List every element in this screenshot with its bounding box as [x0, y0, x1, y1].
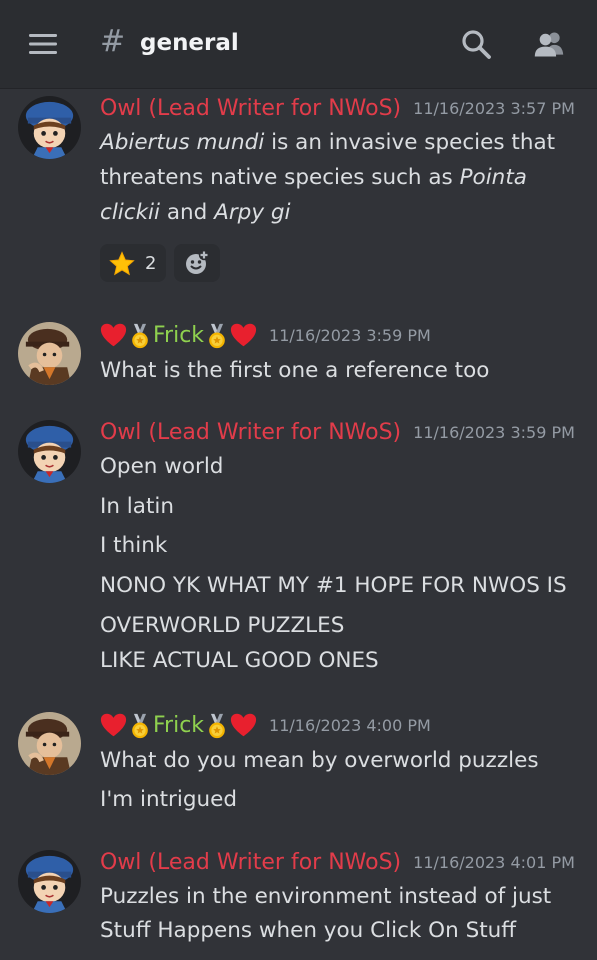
reaction-count: 2	[145, 253, 157, 274]
italic-text: Pointa	[459, 165, 527, 190]
message-line: What do you mean by overworld puzzles	[100, 748, 539, 773]
italic-text: Abiertus mundi	[100, 130, 265, 155]
message-header: Frick 11/16/2023 4:00 PM	[100, 712, 431, 742]
message-line: NONO YK WHAT MY #1 HOPE FOR NWOS IS	[100, 573, 567, 598]
add-reaction-icon	[186, 250, 210, 274]
medal-icon	[204, 323, 230, 349]
heart-icon	[230, 322, 257, 349]
search-icon[interactable]	[460, 28, 492, 60]
message-text: is an invasive species that	[264, 130, 556, 155]
message-text: threatens native species such as	[100, 165, 460, 190]
heart-icon	[100, 322, 127, 349]
author-name[interactable]: Owl (Lead Writer for NWoS)	[100, 420, 401, 445]
message-line: LIKE ACTUAL GOOD ONES	[100, 648, 379, 673]
avatar[interactable]	[18, 850, 81, 913]
italic-text: Arpy gi	[214, 200, 291, 225]
timestamp: 11/16/2023 3:57 PM	[413, 99, 575, 118]
avatar[interactable]	[18, 96, 81, 159]
author-name[interactable]: Frick	[153, 323, 204, 348]
author-name[interactable]: Frick	[153, 713, 204, 738]
message-line: In latin	[100, 494, 174, 519]
author-name[interactable]: Owl (Lead Writer for NWoS)	[100, 850, 401, 875]
medal-icon	[127, 323, 153, 349]
heart-icon	[230, 712, 257, 739]
avatar[interactable]	[18, 420, 81, 483]
message-line: clickii and Arpy gi	[100, 200, 291, 225]
avatar[interactable]	[18, 322, 81, 385]
message-line: What is the first one a reference too	[100, 358, 490, 383]
timestamp: 11/16/2023 4:00 PM	[269, 716, 431, 735]
channel-name[interactable]: general	[140, 30, 239, 56]
members-icon[interactable]	[533, 28, 565, 60]
message-header: Frick 11/16/2023 3:59 PM	[100, 322, 431, 352]
timestamp: 11/16/2023 3:59 PM	[413, 423, 575, 442]
medal-icon	[127, 713, 153, 739]
message-line: Puzzles in the environment instead of ju…	[100, 884, 552, 909]
medal-icon	[204, 713, 230, 739]
message-line: Abiertus mundi is an invasive species th…	[100, 130, 555, 155]
channel-header: # general	[0, 0, 597, 89]
message-header: Owl (Lead Writer for NWoS) 11/16/2023 3:5…	[100, 96, 575, 126]
timestamp: 11/16/2023 4:01 PM	[413, 853, 575, 872]
avatar[interactable]	[18, 712, 81, 775]
message-text: and	[160, 200, 215, 225]
message-line: threatens native species such as Pointa	[100, 165, 527, 190]
message-line: I think	[100, 533, 168, 558]
star-reaction[interactable]: 2	[100, 244, 166, 282]
message-header: Owl (Lead Writer for NWoS) 11/16/2023 4:0…	[100, 850, 575, 880]
message-line: Open world	[100, 454, 224, 479]
channel-hash-icon: #	[100, 24, 126, 59]
heart-icon	[100, 712, 127, 739]
author-name[interactable]: Owl (Lead Writer for NWoS)	[100, 96, 401, 121]
message-line: Stuff Happens when you Click On Stuff	[100, 918, 517, 943]
italic-text: clickii	[100, 200, 160, 225]
star-icon	[109, 251, 135, 276]
timestamp: 11/16/2023 3:59 PM	[269, 326, 431, 345]
message-header: Owl (Lead Writer for NWoS) 11/16/2023 3:5…	[100, 420, 575, 450]
menu-icon[interactable]	[27, 28, 59, 60]
message-line: I'm intrigued	[100, 787, 238, 812]
message-line: OVERWORLD PUZZLES	[100, 613, 345, 638]
add-reaction-button[interactable]	[174, 244, 220, 282]
